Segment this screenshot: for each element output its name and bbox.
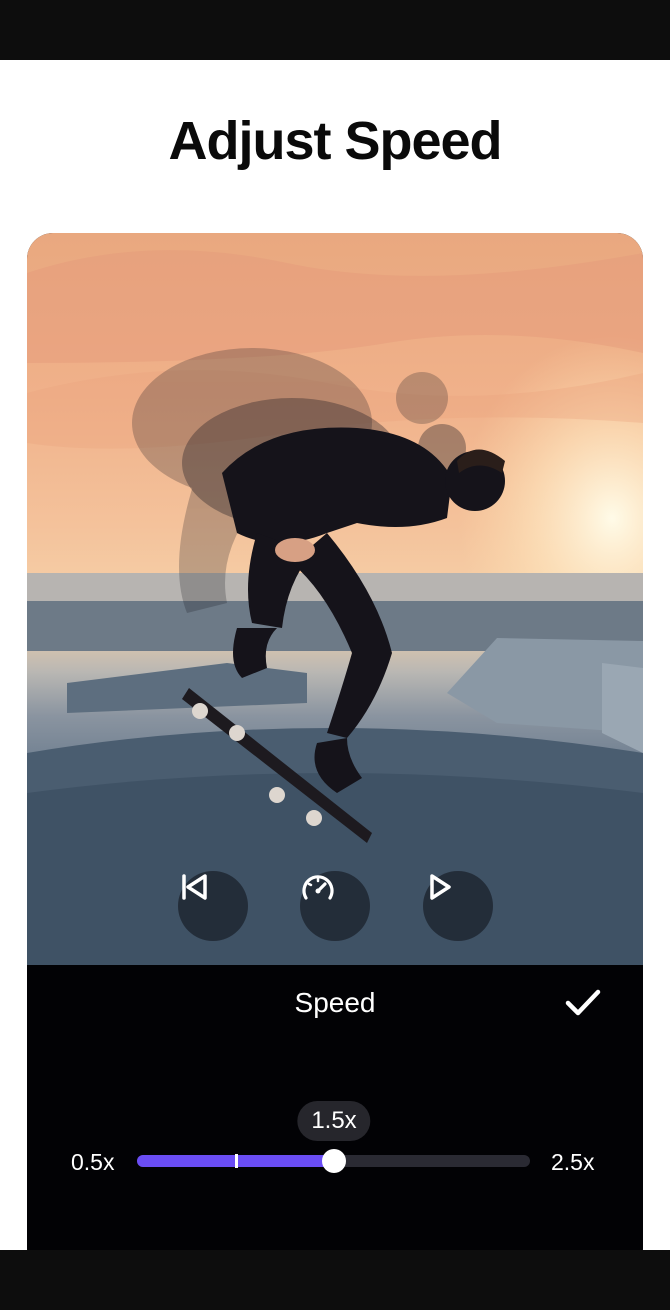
skip-to-start-button[interactable] <box>178 871 248 941</box>
screen: Adjust Speed Speed 1.5x 0.5x 2.5x <box>0 60 670 1250</box>
play-icon <box>430 874 451 900</box>
speed-slider-thumb[interactable] <box>322 1149 346 1173</box>
speed-value-bubble: 1.5x <box>297 1101 371 1141</box>
speed-panel: Speed 1.5x 0.5x 2.5x <box>27 965 643 1250</box>
navigation-bar <box>0 1250 670 1310</box>
speedometer-icon <box>302 875 334 900</box>
video-preview[interactable] <box>27 233 643 965</box>
slider-min-label: 0.5x <box>71 1149 115 1175</box>
video-editor-card: Speed 1.5x 0.5x 2.5x <box>27 233 643 1250</box>
speed-slider-default-marker <box>235 1154 238 1168</box>
speed-slider[interactable] <box>137 1149 530 1173</box>
skip-to-start-icon <box>182 874 207 900</box>
speed-panel-title: Speed <box>294 987 376 1018</box>
slider-max-label: 2.5x <box>551 1149 595 1175</box>
confirm-button[interactable] <box>564 987 602 1019</box>
speed-button[interactable] <box>300 871 370 941</box>
page-title: Adjust Speed <box>168 111 502 171</box>
play-button[interactable] <box>423 871 493 941</box>
skateboarder-image <box>27 233 643 965</box>
status-bar <box>0 0 670 60</box>
checkmark-icon <box>565 989 601 1016</box>
